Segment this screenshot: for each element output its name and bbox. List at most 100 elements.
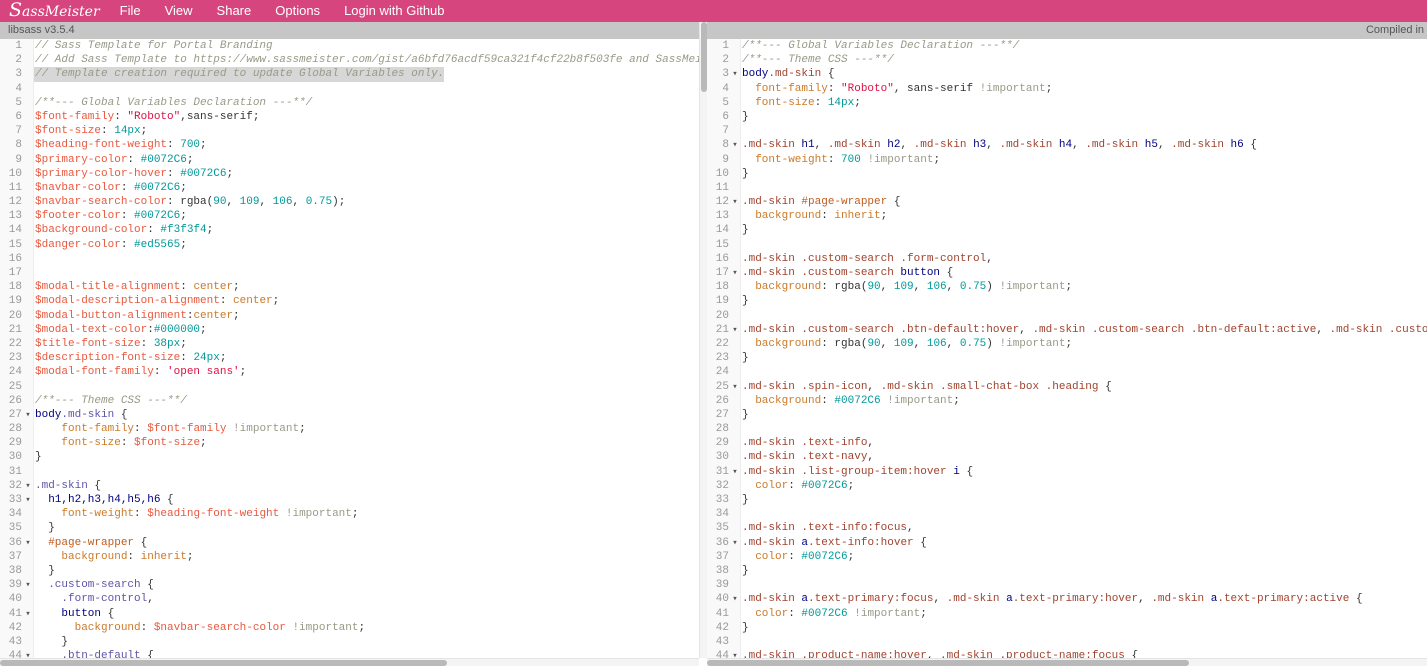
code-line[interactable]: 35 }: [0, 521, 707, 535]
code-line[interactable]: 42}: [707, 621, 1427, 635]
code-line[interactable]: 14$background-color: #f3f3f4;: [0, 223, 707, 237]
code-line[interactable]: 25▾.md-skin .spin-icon, .md-skin .small-…: [707, 380, 1427, 394]
code-line[interactable]: 10$primary-color-hover: #0072C6;: [0, 167, 707, 181]
code-line[interactable]: 17: [0, 266, 707, 280]
code-line[interactable]: 43: [707, 635, 1427, 649]
fold-arrow-icon[interactable]: ▾: [22, 536, 34, 550]
code-line[interactable]: 7: [707, 124, 1427, 138]
code-line[interactable]: 39▾ .custom-search {: [0, 578, 707, 592]
code-line[interactable]: 28: [707, 422, 1427, 436]
code-line[interactable]: 8$heading-font-weight: 700;: [0, 138, 707, 152]
code-line[interactable]: 8▾.md-skin h1, .md-skin h2, .md-skin h3,…: [707, 138, 1427, 152]
code-line[interactable]: 6$font-family: "Roboto",sans-serif;: [0, 110, 707, 124]
horizontal-scrollbar[interactable]: [0, 658, 699, 666]
code-line[interactable]: 4 font-family: "Roboto", sans-serif !imp…: [707, 82, 1427, 96]
code-line[interactable]: 2/**--- Theme CSS ---**/: [707, 53, 1427, 67]
sassmeister-logo[interactable]: SassMeister: [9, 0, 100, 23]
fold-arrow-icon[interactable]: ▾: [729, 465, 741, 479]
code-line[interactable]: 40▾.md-skin a.text-primary:focus, .md-sk…: [707, 592, 1427, 606]
code-line[interactable]: 2// Add Sass Template to https://www.sas…: [0, 53, 707, 67]
code-line[interactable]: 11: [707, 181, 1427, 195]
fold-arrow-icon[interactable]: ▾: [22, 607, 34, 621]
code-line[interactable]: 38 }: [0, 564, 707, 578]
code-line[interactable]: 16.md-skin .custom-search .form-control,: [707, 252, 1427, 266]
fold-arrow-icon[interactable]: ▾: [729, 592, 741, 606]
code-line[interactable]: 19}: [707, 294, 1427, 308]
menu-item-view[interactable]: View: [165, 0, 193, 22]
code-line[interactable]: 27}: [707, 408, 1427, 422]
fold-arrow-icon[interactable]: ▾: [729, 138, 741, 152]
code-line[interactable]: 20: [707, 309, 1427, 323]
scss-code-editor[interactable]: 1// Sass Template for Portal Branding2//…: [0, 39, 707, 666]
code-line[interactable]: 3// Template creation required to update…: [0, 67, 707, 81]
code-line[interactable]: 37 color: #0072C6;: [707, 550, 1427, 564]
code-line[interactable]: 27▾body.md-skin {: [0, 408, 707, 422]
code-line[interactable]: 17▾.md-skin .custom-search button {: [707, 266, 1427, 280]
code-line[interactable]: 39: [707, 578, 1427, 592]
code-line[interactable]: 41▾ button {: [0, 607, 707, 621]
code-line[interactable]: 40 .form-control,: [0, 592, 707, 606]
fold-arrow-icon[interactable]: ▾: [729, 536, 741, 550]
code-line[interactable]: 22$title-font-size: 38px;: [0, 337, 707, 351]
code-line[interactable]: 37 background: inherit;: [0, 550, 707, 564]
menu-item-login-with-github[interactable]: Login with Github: [344, 0, 444, 22]
code-line[interactable]: 32 color: #0072C6;: [707, 479, 1427, 493]
code-line[interactable]: 26/**--- Theme CSS ---**/: [0, 394, 707, 408]
code-line[interactable]: 36▾ #page-wrapper {: [0, 536, 707, 550]
code-line[interactable]: 21▾.md-skin .custom-search .btn-default:…: [707, 323, 1427, 337]
horizontal-scrollbar[interactable]: [707, 658, 1427, 666]
code-line[interactable]: 42 background: $navbar-search-color !imp…: [0, 621, 707, 635]
code-line[interactable]: 14}: [707, 223, 1427, 237]
code-line[interactable]: 28 font-family: $font-family !important;: [0, 422, 707, 436]
code-line[interactable]: 11$navbar-color: #0072C6;: [0, 181, 707, 195]
code-line[interactable]: 29.md-skin .text-info,: [707, 436, 1427, 450]
code-line[interactable]: 18 background: rgba(90, 109, 106, 0.75) …: [707, 280, 1427, 294]
code-line[interactable]: 3▾body.md-skin {: [707, 67, 1427, 81]
code-line[interactable]: 4: [0, 82, 707, 96]
code-line[interactable]: 41 color: #0072C6 !important;: [707, 607, 1427, 621]
code-line[interactable]: 35.md-skin .text-info:focus,: [707, 521, 1427, 535]
fold-arrow-icon[interactable]: ▾: [729, 380, 741, 394]
menu-item-file[interactable]: File: [120, 0, 141, 22]
code-line[interactable]: 15$danger-color: #ed5565;: [0, 238, 707, 252]
code-line[interactable]: 6}: [707, 110, 1427, 124]
code-line[interactable]: 29 font-size: $font-size;: [0, 436, 707, 450]
fold-arrow-icon[interactable]: ▾: [22, 493, 34, 507]
code-line[interactable]: 34: [707, 507, 1427, 521]
code-line[interactable]: 23$description-font-size: 24px;: [0, 351, 707, 365]
code-line[interactable]: 23}: [707, 351, 1427, 365]
fold-arrow-icon[interactable]: ▾: [729, 67, 741, 81]
menu-item-options[interactable]: Options: [275, 0, 320, 22]
code-line[interactable]: 12▾.md-skin #page-wrapper {: [707, 195, 1427, 209]
css-output-editor[interactable]: 1/**--- Global Variables Declaration ---…: [707, 39, 1427, 666]
code-line[interactable]: 30}: [0, 450, 707, 464]
fold-arrow-icon[interactable]: ▾: [729, 195, 741, 209]
code-line[interactable]: 30.md-skin .text-navy,: [707, 450, 1427, 464]
code-line[interactable]: 24: [707, 365, 1427, 379]
code-line[interactable]: 25: [0, 380, 707, 394]
code-line[interactable]: 31▾.md-skin .list-group-item:hover i {: [707, 465, 1427, 479]
code-line[interactable]: 31: [0, 465, 707, 479]
code-line[interactable]: 7$font-size: 14px;: [0, 124, 707, 138]
fold-arrow-icon[interactable]: ▾: [22, 408, 34, 422]
code-line[interactable]: 5 font-size: 14px;: [707, 96, 1427, 110]
code-line[interactable]: 16: [0, 252, 707, 266]
code-line[interactable]: 12$navbar-search-color: rgba(90, 109, 10…: [0, 195, 707, 209]
code-line[interactable]: 19$modal-description-alignment: center;: [0, 294, 707, 308]
code-line[interactable]: 22 background: rgba(90, 109, 106, 0.75) …: [707, 337, 1427, 351]
code-line[interactable]: 36▾.md-skin a.text-info:hover {: [707, 536, 1427, 550]
code-line[interactable]: 43 }: [0, 635, 707, 649]
vertical-scrollbar[interactable]: [699, 22, 707, 658]
code-line[interactable]: 1/**--- Global Variables Declaration ---…: [707, 39, 1427, 53]
code-line[interactable]: 33}: [707, 493, 1427, 507]
fold-arrow-icon[interactable]: ▾: [729, 266, 741, 280]
code-line[interactable]: 9 font-weight: 700 !important;: [707, 153, 1427, 167]
scrollbar-thumb[interactable]: [0, 660, 447, 666]
code-line[interactable]: 24$modal-font-family: 'open sans';: [0, 365, 707, 379]
code-line[interactable]: 10}: [707, 167, 1427, 181]
code-line[interactable]: 9$primary-color: #0072C6;: [0, 153, 707, 167]
code-line[interactable]: 13 background: inherit;: [707, 209, 1427, 223]
code-line[interactable]: 13$footer-color: #0072C6;: [0, 209, 707, 223]
code-line[interactable]: 5/**--- Global Variables Declaration ---…: [0, 96, 707, 110]
code-line[interactable]: 34 font-weight: $heading-font-weight !im…: [0, 507, 707, 521]
